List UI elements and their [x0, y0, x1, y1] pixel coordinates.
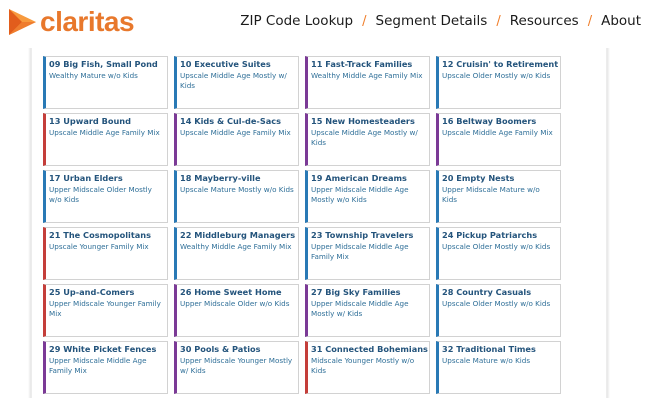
main-navigation: ZIP Code Lookup / Segment Details / Reso…	[240, 13, 641, 29]
segment-title: 30 Pools & Patios	[180, 344, 261, 354]
segment-card[interactable]: 24 Pickup Patriarchs Upscale Older Mostly…	[436, 227, 561, 280]
segment-card[interactable]: 32 Traditional Times Upscale Mature w/o K…	[436, 341, 561, 394]
segment-title: 17 Urban Elders	[49, 173, 123, 183]
segment-title: 11 Fast-Track Families	[311, 59, 413, 69]
segment-subtitle: Wealthy Middle Age Family Mix	[311, 71, 423, 80]
segment-title: 23 Township Travelers	[311, 230, 414, 240]
segment-subtitle: Upscale Middle Age Mostly w/ Kids	[311, 128, 418, 147]
segment-card[interactable]: 15 New Homesteaders Upscale Middle Age Mo…	[305, 113, 430, 166]
nav-separator: /	[496, 13, 501, 29]
segment-card[interactable]: 13 Upward Bound Upscale Middle Age Family…	[43, 113, 168, 166]
segment-title: 12 Cruisin' to Retirement	[442, 59, 559, 69]
segment-title: 27 Big Sky Families	[311, 287, 401, 297]
segment-card[interactable]: 22 Middleburg Managers Wealthy Middle Age…	[174, 227, 299, 280]
segment-card[interactable]: 30 Pools & Patios Upper Midscale Younger …	[174, 341, 299, 394]
segment-title: 09 Big Fish, Small Pond	[49, 59, 158, 69]
segment-title: 25 Up-and-Comers	[49, 287, 135, 297]
segment-subtitle: Upscale Middle Age Family Mix	[442, 128, 553, 137]
segment-title: 32 Traditional Times	[442, 344, 536, 354]
segment-subtitle: Upscale Older Mostly w/o Kids	[442, 299, 551, 308]
segment-card[interactable]: 23 Township Travelers Upper Midscale Midd…	[305, 227, 430, 280]
segment-card[interactable]: 17 Urban Elders Upper Midscale Older Most…	[43, 170, 168, 223]
nav-zip-code-lookup[interactable]: ZIP Code Lookup	[240, 13, 353, 29]
segment-card[interactable]: 28 Country Casuals Upscale Older Mostly w…	[436, 284, 561, 337]
segment-card[interactable]: 14 Kids & Cul-de-Sacs Upscale Middle Age …	[174, 113, 299, 166]
content-shadow-right	[607, 48, 610, 398]
segment-title: 29 White Picket Fences	[49, 344, 157, 354]
segment-subtitle: Upper Midscale Middle Age Mostly w/o Kid…	[311, 185, 409, 204]
segment-subtitle: Upper Midscale Younger Mostly w/ Kids	[180, 356, 293, 375]
segment-card[interactable]: 10 Executive Suites Upscale Middle Age Mo…	[174, 56, 299, 109]
segment-subtitle: Upper Midscale Middle Age Family Mix	[49, 356, 147, 375]
segment-title: 20 Empty Nests	[442, 173, 515, 183]
segment-subtitle: Wealthy Middle Age Family Mix	[180, 242, 292, 251]
segment-subtitle: Upscale Older Mostly w/o Kids	[442, 71, 551, 80]
segment-card[interactable]: 19 American Dreams Upper Midscale Middle …	[305, 170, 430, 223]
segment-card[interactable]: 26 Home Sweet Home Upper Midscale Older w…	[174, 284, 299, 337]
segment-subtitle: Upscale Middle Age Family Mix	[49, 128, 160, 137]
segment-subtitle: Upper Midscale Mature w/o Kids	[442, 185, 540, 204]
segment-subtitle: Upscale Middle Age Family Mix	[180, 128, 291, 137]
segment-subtitle: Upper Midscale Older w/o Kids	[180, 299, 290, 308]
segment-subtitle: Upscale Older Mostly w/o Kids	[442, 242, 551, 251]
nav-separator: /	[362, 13, 367, 29]
segment-subtitle: Upscale Mature Mostly w/o Kids	[180, 185, 294, 194]
segment-subtitle: Upscale Younger Family Mix	[49, 242, 149, 251]
segment-subtitle: Upscale Middle Age Mostly w/ Kids	[180, 71, 287, 90]
segment-grid: 09 Big Fish, Small Pond Wealthy Mature w/…	[43, 56, 563, 394]
segment-subtitle: Upscale Mature w/o Kids	[442, 356, 531, 365]
segment-card[interactable]: 25 Up-and-Comers Upper Midscale Younger F…	[43, 284, 168, 337]
segment-card[interactable]: 27 Big Sky Families Upper Midscale Middle…	[305, 284, 430, 337]
segment-title: 31 Connected Bohemians	[311, 344, 428, 354]
segment-title: 16 Beltway Boomers	[442, 116, 537, 126]
segment-subtitle: Upper Midscale Older Mostly w/o Kids	[49, 185, 152, 204]
segment-card[interactable]: 29 White Picket Fences Upper Midscale Mid…	[43, 341, 168, 394]
segment-subtitle: Upper Midscale Middle Age Family Mix	[311, 242, 409, 261]
segment-title: 26 Home Sweet Home	[180, 287, 282, 297]
segment-title: 14 Kids & Cul-de-Sacs	[180, 116, 281, 126]
site-header: claritas ZIP Code Lookup / Segment Detai…	[0, 0, 650, 44]
segment-subtitle: Wealthy Mature w/o Kids	[49, 71, 138, 80]
segment-card[interactable]: 18 Mayberry-ville Upscale Mature Mostly w…	[174, 170, 299, 223]
segment-title: 28 Country Casuals	[442, 287, 532, 297]
nav-separator: /	[587, 13, 593, 29]
segment-title: 22 Middleburg Managers	[180, 230, 296, 240]
nav-about[interactable]: About	[601, 13, 641, 29]
segment-card[interactable]: 20 Empty Nests Upper Midscale Mature w/o …	[436, 170, 561, 223]
nav-resources[interactable]: Resources	[510, 13, 579, 29]
segment-title: 19 American Dreams	[311, 173, 407, 183]
segment-card[interactable]: 09 Big Fish, Small Pond Wealthy Mature w/…	[43, 56, 168, 109]
segment-title: 15 New Homesteaders	[311, 116, 415, 126]
claritas-logo[interactable]: claritas	[9, 6, 135, 38]
segment-title: 10 Executive Suites	[180, 59, 271, 69]
brand-name: claritas	[40, 6, 135, 37]
segment-card[interactable]: 11 Fast-Track Families Wealthy Middle Age…	[305, 56, 430, 109]
segment-title: 24 Pickup Patriarchs	[442, 230, 538, 240]
claritas-arrow-logo-icon	[9, 9, 36, 35]
segment-card[interactable]: 12 Cruisin' to Retirement Upscale Older M…	[436, 56, 561, 109]
segment-title: 18 Mayberry-ville	[180, 173, 261, 183]
segment-title: 13 Upward Bound	[49, 116, 131, 126]
segment-subtitle: Upper Midscale Younger Family Mix	[49, 299, 161, 318]
nav-segment-details[interactable]: Segment Details	[376, 13, 488, 29]
segment-title: 21 The Cosmopolitans	[49, 230, 151, 240]
segment-card[interactable]: 16 Beltway Boomers Upscale Middle Age Fam…	[436, 113, 561, 166]
segment-card[interactable]: 21 The Cosmopolitans Upscale Younger Fami…	[43, 227, 168, 280]
segment-subtitle: Midscale Younger Mostly w/o Kids	[311, 356, 415, 375]
segment-subtitle: Upper Midscale Middle Age Mostly w/ Kids	[311, 299, 409, 318]
segment-card[interactable]: 31 Connected Bohemians Midscale Younger M…	[305, 341, 430, 394]
